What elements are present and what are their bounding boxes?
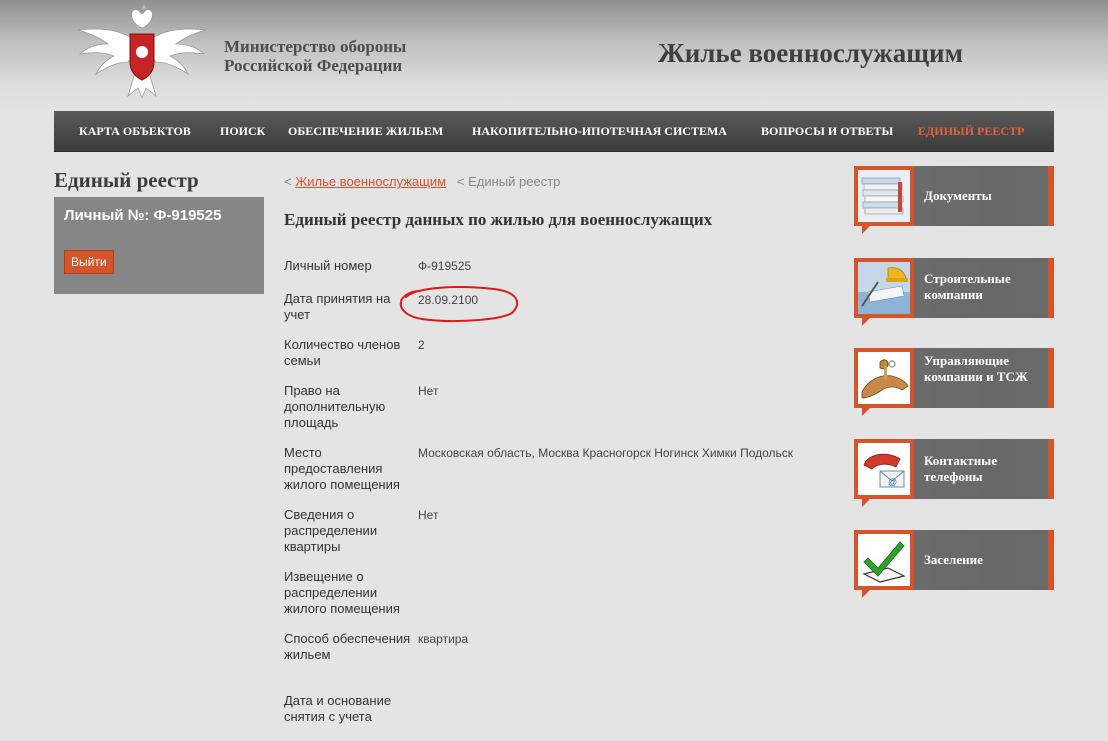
nav-map-objects[interactable]: КАРТА ОБЪЕКТОВ: [79, 124, 191, 139]
sidebar-management-companies[interactable]: Управляющие компании и ТСЖ: [854, 348, 1054, 416]
row-value-additional-area: Нет: [418, 384, 439, 398]
sidebar-settlement[interactable]: Заселение: [854, 530, 1054, 598]
left-title: Единый реестр: [54, 168, 199, 192]
breadcrumb-current: Единый реестр: [468, 174, 561, 189]
sidebar-contact-phones[interactable]: @ Контактные телефоны: [854, 439, 1054, 507]
row-label-housing-location: Место предоставления жилого помещения: [284, 445, 400, 492]
row-label-apartment-distribution: Сведения о распределении квартиры: [284, 507, 378, 554]
sidebar-label-management: Управляющие компании и ТСЖ: [924, 353, 1028, 384]
ministry-line-2: Российской Федерации: [224, 56, 403, 75]
breadcrumb-separator: <: [449, 174, 469, 189]
sidebar-construction-companies[interactable]: Строительные компании: [854, 258, 1054, 326]
row-value-housing-location: Московская область, Москва Красногорск Н…: [418, 446, 794, 460]
row-label-deregistration: Дата и основание снятия с учета: [284, 693, 392, 724]
breadcrumb-link-home[interactable]: Жилье военнослужащим: [295, 174, 446, 189]
nav-faq[interactable]: ВОПРОСЫ И ОТВЕТЫ: [761, 124, 893, 139]
sidebar-label-construction: Строительные компании: [924, 271, 1011, 302]
row-label-family-members: Количество членов семьи: [284, 337, 401, 368]
keys-hand-icon: [858, 352, 910, 404]
row-label-housing-method: Способ обеспечения жильем: [284, 631, 411, 662]
row-value-housing-method: квартира: [418, 632, 469, 646]
site-title: Жилье военнослужащим: [658, 38, 964, 68]
nav-unified-registry[interactable]: ЕДИНЫЙ РЕЕСТР: [918, 124, 1024, 139]
sidebar-documents[interactable]: Документы: [854, 166, 1054, 234]
personal-number-label: Личный №: Ф-919525: [64, 207, 222, 224]
row-value-apartment-distribution: Нет: [418, 508, 439, 522]
main-nav: КАРТА ОБЪЕКТОВ ПОИСК ОБЕСПЕЧЕНИЕ ЖИЛЬЕМ …: [54, 111, 1054, 152]
page-heading: Единый реестр данных по жилью для военно…: [284, 210, 713, 229]
nav-housing-provision[interactable]: ОБЕСПЕЧЕНИЕ ЖИЛЬЕМ: [288, 124, 443, 139]
breadcrumb: < Жилье военнослужащим < Единый реестр: [284, 174, 560, 189]
nav-search[interactable]: ПОИСК: [220, 124, 265, 139]
svg-text:@: @: [888, 477, 897, 487]
sidebar-label-settlement: Заселение: [924, 552, 983, 567]
checkmark-icon: [858, 534, 910, 586]
sidebar-label-contacts: Контактные телефоны: [924, 453, 998, 484]
row-label-personal-number: Личный номер: [284, 258, 372, 273]
annotation-circle: [399, 286, 519, 322]
row-label-distribution-notice: Извещение о распределении жилого помещен…: [284, 569, 400, 616]
phone-icon: @: [858, 443, 910, 495]
user-panel: Личный №: Ф-919525 Выйти: [54, 197, 264, 294]
nav-mortgage-system[interactable]: НАКОПИТЕЛЬНО-ИПОТЕЧНАЯ СИСТЕМА: [472, 124, 727, 139]
breadcrumb-separator: <: [284, 174, 296, 189]
logout-button[interactable]: Выйти: [64, 250, 114, 274]
construction-icon: [858, 262, 910, 314]
emblem-icon: [77, 4, 207, 100]
ministry-line-1: Министерство обороны: [224, 37, 407, 56]
documents-icon: [858, 170, 910, 222]
row-value-family-members: 2: [418, 338, 425, 352]
sidebar-label-documents: Документы: [924, 188, 992, 203]
ministry-name: Министерство обороны Российской Федераци…: [224, 37, 406, 75]
row-label-registration-date: Дата принятия на учет: [284, 291, 391, 322]
row-value-personal-number: Ф-919525: [418, 259, 472, 273]
row-label-additional-area: Право на дополнительную площадь: [284, 383, 386, 430]
